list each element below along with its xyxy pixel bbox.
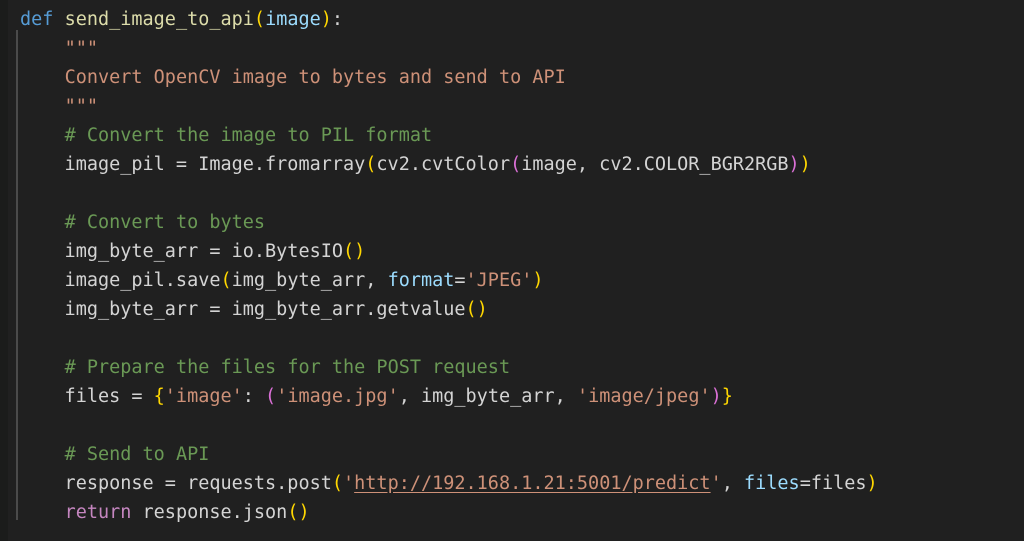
string-jpeg: 'JPEG' <box>465 270 533 291</box>
function-name: send_image_to_api <box>64 9 254 30</box>
comment-send-to-api: # Send to API <box>64 444 210 465</box>
keyword-def: def <box>20 9 54 30</box>
paren-close-post: ) <box>866 473 878 494</box>
kwarg-format: format <box>387 270 455 291</box>
parameter-image: image <box>265 9 321 30</box>
tuple-paren-close: ) <box>710 386 722 407</box>
comment-convert-to-bytes: # Convert to bytes <box>64 212 266 233</box>
code-line-15-blank[interactable] <box>20 411 878 440</box>
code-line-7-blank[interactable] <box>20 179 878 208</box>
code-line-18[interactable]: return response.json() <box>20 498 878 527</box>
paren-pair-bytesio: () <box>343 241 366 262</box>
code-line-5[interactable]: # Convert the image to PIL format <box>20 121 878 150</box>
code-line-9[interactable]: img_byte_arr = io.BytesIO() <box>20 237 878 266</box>
docstring-text: Convert OpenCV image to bytes and send t… <box>64 67 566 88</box>
paren-pair-getvalue: () <box>465 299 488 320</box>
code-block[interactable]: def send_image_to_api(image): """ Conver… <box>20 5 878 527</box>
brace-open: { <box>153 386 165 407</box>
code-line-11[interactable]: img_byte_arr = img_byte_arr.getvalue() <box>20 295 878 324</box>
editor-gutter <box>0 0 8 541</box>
code-line-6[interactable]: image_pil = Image.fromarray(cv2.cvtColor… <box>20 150 878 179</box>
code-line-12-blank[interactable] <box>20 324 878 353</box>
code-line-17[interactable]: response = requests.post('http://192.168… <box>20 469 878 498</box>
paren-close-l1: ) <box>320 9 332 30</box>
code-editor-viewport[interactable]: def send_image_to_api(image): """ Conver… <box>0 0 1024 541</box>
docstring-open: """ <box>64 38 98 59</box>
string-image-jpg: 'image.jpg' <box>276 386 399 407</box>
comment-prepare-files: # Prepare the files for the POST request <box>64 357 511 378</box>
code-line-4[interactable]: """ <box>20 92 878 121</box>
quote-close-url: ' <box>710 473 722 494</box>
comment-convert-to-pil: # Convert the image to PIL format <box>64 125 433 146</box>
paren-close-l2: ) <box>788 154 800 175</box>
kwarg-files: files <box>744 473 800 494</box>
paren-open-post: ( <box>331 473 344 494</box>
code-line-8[interactable]: # Convert to bytes <box>20 208 878 237</box>
code-line-14[interactable]: files = {'image': ('image.jpg', img_byte… <box>20 382 878 411</box>
docstring-close: """ <box>64 96 98 117</box>
paren-pair-json: () <box>287 502 310 523</box>
code-line-10[interactable]: image_pil.save(img_byte_arr, format='JPE… <box>20 266 878 295</box>
code-line-2[interactable]: """ <box>20 34 878 63</box>
paren-open-l1: ( <box>253 9 266 30</box>
quote-open-url: ' <box>343 473 355 494</box>
string-image-key: 'image' <box>164 386 243 407</box>
expr-bytesio: img_byte_arr = io.BytesIO <box>20 241 344 262</box>
paren-close-save: ) <box>532 270 544 291</box>
indent-guide-line <box>16 30 18 520</box>
code-line-13[interactable]: # Prepare the files for the POST request <box>20 353 878 382</box>
code-line-3[interactable]: Convert OpenCV image to bytes and send t… <box>20 63 878 92</box>
paren-open-l2: ( <box>510 154 522 175</box>
paren-open-l1-b: ( <box>365 154 377 175</box>
expr-getvalue: img_byte_arr = img_byte_arr.getvalue <box>20 299 466 320</box>
code-line-16[interactable]: # Send to API <box>20 440 878 469</box>
string-mime-type: 'image/jpeg' <box>576 386 711 407</box>
keyword-return: return <box>64 502 132 523</box>
tuple-paren-open: ( <box>265 386 277 407</box>
api-url-link[interactable]: http://192.168.1.21:5001/predict <box>354 473 710 494</box>
paren-close-l1-b: ) <box>799 154 811 175</box>
colon: : <box>331 9 344 30</box>
code-line-1[interactable]: def send_image_to_api(image): <box>20 5 878 34</box>
expr-image-pil-assign: image_pil = Image.fromarray <box>20 154 366 175</box>
paren-open-save: ( <box>220 270 232 291</box>
brace-close: } <box>721 386 733 407</box>
